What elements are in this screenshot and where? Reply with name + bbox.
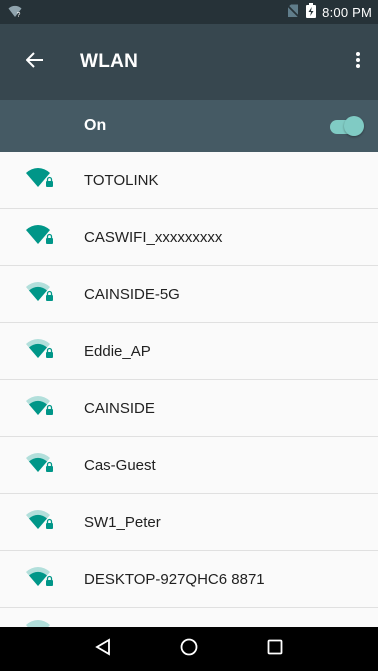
no-sim-icon	[286, 3, 300, 21]
status-right: 8:00 PM	[286, 3, 372, 21]
page-title: WLAN	[80, 51, 139, 72]
network-name: Cas-Guest	[84, 456, 156, 474]
network-item[interactable]: DESKTOP-927QHC6 8871	[0, 551, 378, 608]
more-vert-icon	[356, 51, 360, 73]
network-name: CASWIFI_xxxxxxxxx	[84, 228, 223, 246]
nav-home-button[interactable]	[169, 629, 209, 669]
navigation-bar	[0, 627, 378, 671]
network-item[interactable]: CAINSIDE	[0, 380, 378, 437]
status-bar: ? 8:00 PM	[0, 0, 378, 24]
network-name: DESKTOP-927QHC6 8871	[84, 570, 265, 588]
back-button[interactable]	[0, 24, 80, 100]
network-item-partial[interactable]	[0, 608, 378, 627]
status-time: 8:00 PM	[322, 4, 372, 20]
network-item[interactable]: Eddie_AP	[0, 323, 378, 380]
wifi-lock-icon	[26, 281, 54, 307]
wifi-lock-icon	[26, 452, 54, 478]
recents-square-icon	[266, 638, 284, 661]
network-name: Eddie_AP	[84, 342, 151, 360]
wlan-master-switch-row[interactable]: On	[0, 100, 378, 152]
wifi-lock-icon	[26, 509, 54, 535]
wifi-lock-icon	[26, 224, 54, 250]
wifi-lock-icon	[26, 566, 54, 592]
back-triangle-icon	[94, 637, 112, 661]
wifi-lock-icon	[26, 395, 54, 421]
svg-text:?: ?	[17, 12, 21, 18]
network-list: TOTOLINK CASWIFI_xxxxxxxxx CAINSIDE-5G E…	[0, 152, 378, 627]
home-circle-icon	[180, 638, 198, 661]
network-name: SW1_Peter	[84, 513, 161, 531]
nav-recents-button[interactable]	[255, 629, 295, 669]
wifi-question-icon: ?	[8, 4, 22, 21]
back-arrow-icon	[25, 51, 44, 73]
app-bar: WLAN	[0, 24, 378, 100]
network-item[interactable]: SW1_Peter	[0, 494, 378, 551]
network-item[interactable]: CASWIFI_xxxxxxxxx	[0, 209, 378, 266]
toggle-thumb	[344, 116, 364, 136]
network-item[interactable]: CAINSIDE-5G	[0, 266, 378, 323]
nav-back-button[interactable]	[83, 629, 123, 669]
network-item[interactable]: Cas-Guest	[0, 437, 378, 494]
status-left: ?	[8, 4, 22, 21]
wlan-toggle[interactable]	[328, 114, 364, 138]
battery-charging-icon	[306, 3, 317, 21]
more-options-button[interactable]	[338, 24, 378, 100]
network-name: CAINSIDE-5G	[84, 285, 180, 303]
master-switch-label: On	[84, 117, 107, 134]
network-item[interactable]: TOTOLINK	[0, 152, 378, 209]
wifi-icon	[26, 602, 54, 627]
network-name: CAINSIDE	[84, 399, 155, 417]
wifi-lock-icon	[26, 338, 54, 364]
wifi-lock-icon	[26, 167, 54, 193]
network-name: TOTOLINK	[84, 171, 159, 189]
